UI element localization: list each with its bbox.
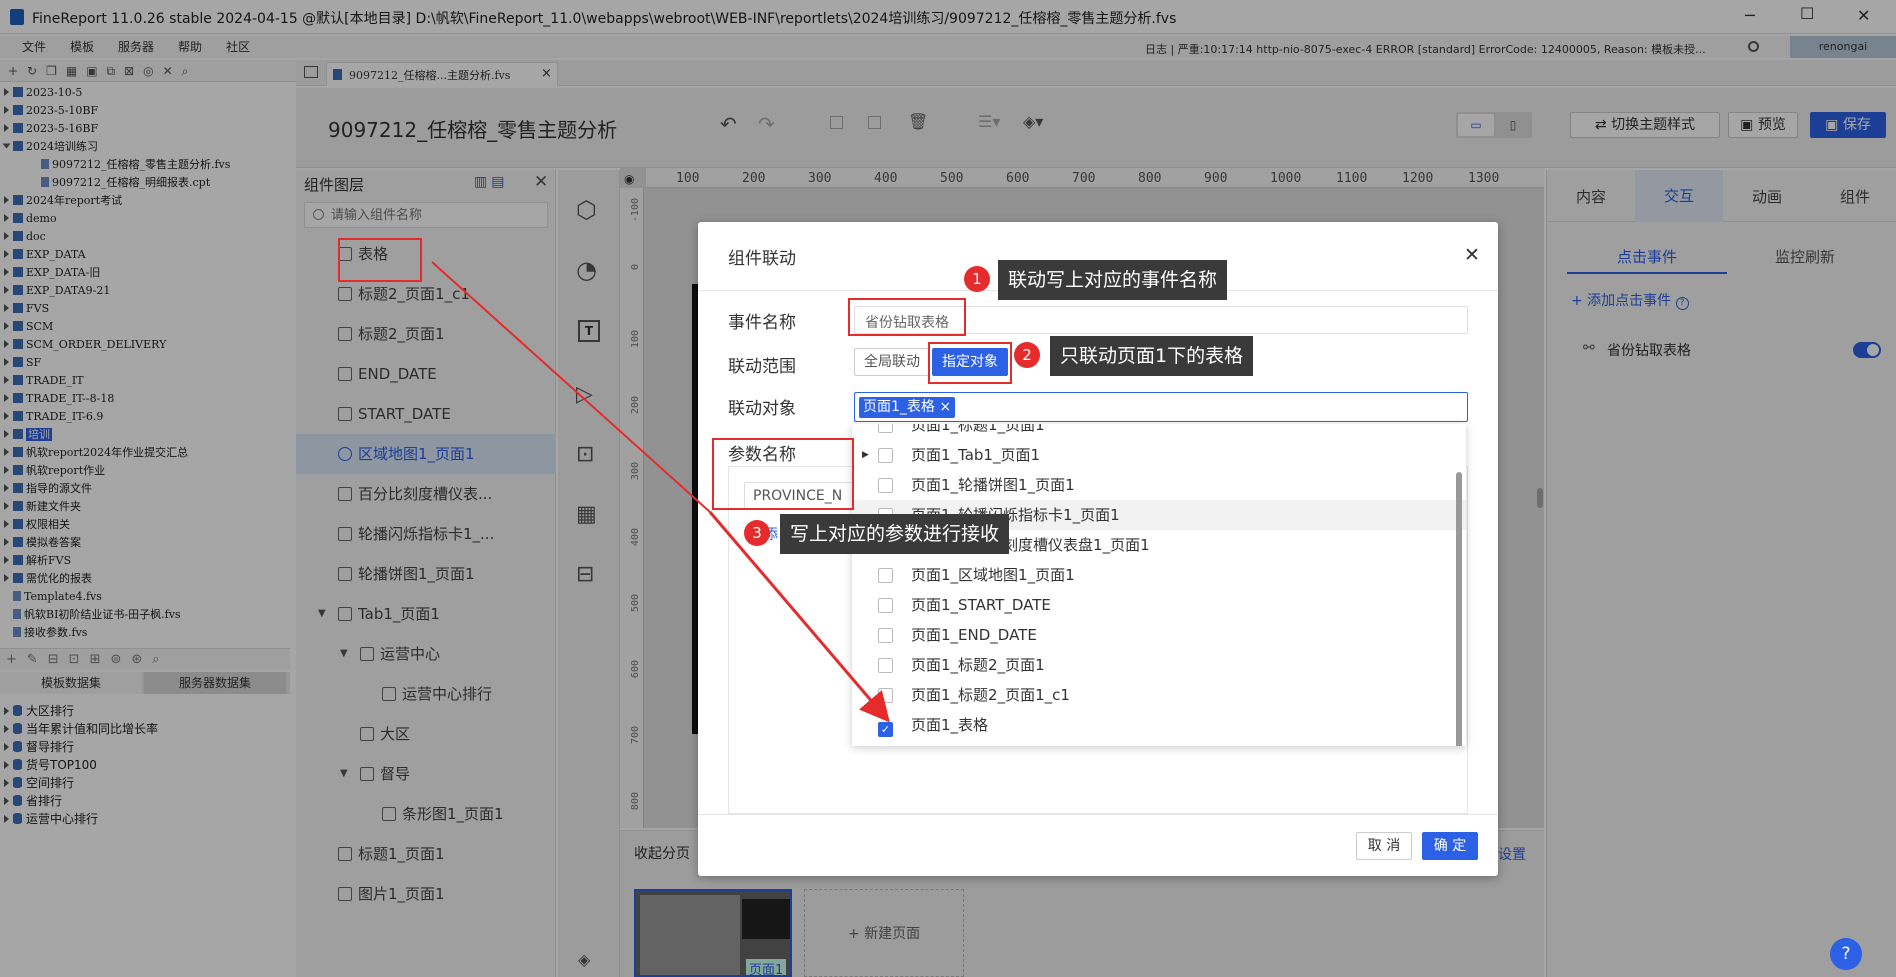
annotation-callout-1: 联动写上对应的事件名称: [998, 260, 1228, 300]
annotation-callout-2: 只联动页面1下的表格: [1050, 336, 1254, 376]
annotation-callout-3: 写上对应的参数进行接收: [780, 514, 1010, 554]
arrow-line-top: [431, 261, 711, 513]
help-button[interactable]: ?: [1830, 938, 1862, 970]
annotation-number-3: 3: [744, 520, 770, 546]
annotation-arrow: [431, 261, 890, 723]
annotation-number-2: 2: [1014, 342, 1040, 368]
annotation-number-1: 1: [964, 266, 990, 292]
